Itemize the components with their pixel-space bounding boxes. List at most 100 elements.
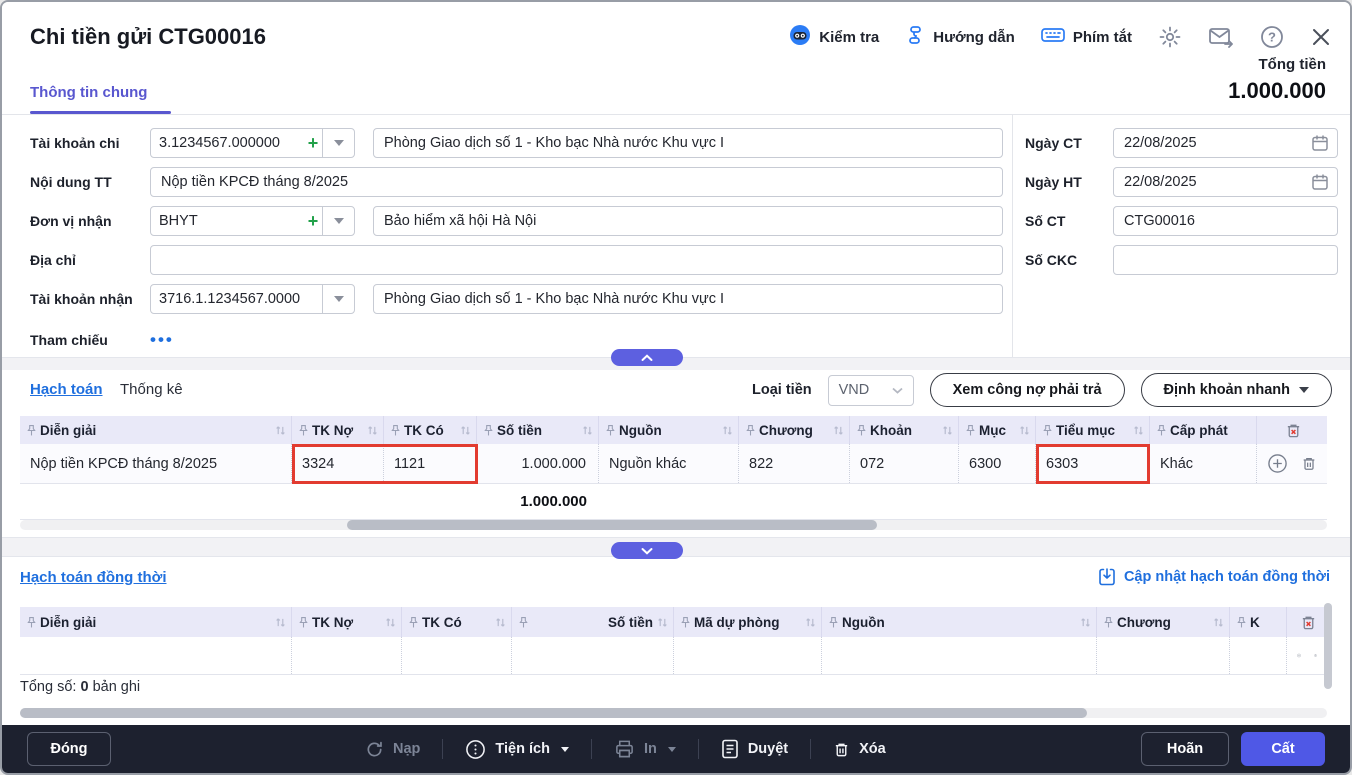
close-icon[interactable] <box>1310 26 1332 48</box>
date-ht-input[interactable]: 22/08/2025 <box>1113 167 1338 197</box>
cell-nguon[interactable]: Nguồn khác <box>599 444 739 483</box>
col-tk-co[interactable]: TK Có <box>402 607 512 637</box>
account-out-name-input[interactable]: Phòng Giao dịch số 1 - Kho bạc Nhà nước … <box>373 128 1003 158</box>
scrollbar-thumb[interactable] <box>347 520 877 530</box>
cell-so-tien[interactable]: 1.000.000 <box>477 444 599 483</box>
print-button[interactable]: In <box>614 739 676 759</box>
delete-all-rows-button[interactable] <box>1257 416 1327 444</box>
utilities-label: Tiện ích <box>495 741 550 757</box>
no-ckc-input[interactable] <box>1113 245 1338 275</box>
guide-button[interactable]: Hướng dẫn <box>905 25 1015 49</box>
content-input[interactable]: Nộp tiền KPCĐ tháng 8/2025 <box>150 167 1003 197</box>
account-out-add-icon[interactable]: + <box>304 129 322 157</box>
delete-all-rows-button[interactable] <box>1287 607 1327 637</box>
tab-hachtoan[interactable]: Hạch toán <box>30 381 103 398</box>
help-icon[interactable]: ? <box>1260 25 1284 49</box>
pin-icon <box>391 424 400 437</box>
close-button[interactable]: Đóng <box>27 732 111 766</box>
add-row-icon[interactable] <box>1267 453 1288 474</box>
cell-tk-co[interactable]: 1121 <box>384 444 477 483</box>
col-so-tien[interactable]: Số tiền <box>477 416 599 444</box>
scrollbar-thumb[interactable] <box>20 708 1087 718</box>
tab-thongke[interactable]: Thống kê <box>120 381 183 398</box>
horizontal-scrollbar[interactable] <box>20 520 1327 530</box>
col-ma-du-phong[interactable]: Mã dự phòng <box>674 607 822 637</box>
receiver-add-icon[interactable]: + <box>304 207 322 235</box>
col-muc[interactable]: Mục <box>959 416 1036 444</box>
cell-ma-du-phong[interactable] <box>674 637 822 674</box>
account-in-dropdown[interactable] <box>322 285 354 313</box>
view-payable-button[interactable]: Xem công nợ phải trả <box>930 373 1125 407</box>
add-row-icon[interactable] <box>1297 645 1301 666</box>
calendar-icon[interactable] <box>1311 134 1329 158</box>
receiver-dropdown[interactable] <box>322 207 354 235</box>
receiver-value[interactable]: BHYT <box>151 207 304 235</box>
currency-select[interactable]: VND <box>828 375 914 406</box>
col-tk-co[interactable]: TK Có <box>384 416 477 444</box>
approve-button[interactable]: Duyệt <box>721 739 788 759</box>
utilities-button[interactable]: Tiện ích <box>465 739 569 760</box>
receiver-name-input[interactable]: Bảo hiểm xã hội Hà Nội <box>373 206 1003 236</box>
concurrent-empty-row[interactable] <box>20 637 1327 675</box>
send-mail-icon[interactable] <box>1208 26 1234 48</box>
cell-chuong[interactable]: 822 <box>739 444 850 483</box>
delete-button[interactable]: Xóa <box>833 740 886 759</box>
collapse-up-button[interactable] <box>611 349 683 366</box>
date-ct-input[interactable]: 22/08/2025 <box>1113 128 1338 158</box>
settings-gear-icon[interactable] <box>1158 25 1182 49</box>
col-tk-no[interactable]: TK Nợ <box>292 607 402 637</box>
col-nguon[interactable]: Nguồn <box>822 607 1097 637</box>
update-concurrent-link[interactable]: Cập nhật hạch toán đồng thời <box>1098 567 1330 586</box>
delete-row-icon[interactable] <box>1301 455 1317 472</box>
cell-khoan[interactable] <box>1230 637 1287 674</box>
receiver-combo[interactable]: BHYT + <box>150 206 355 236</box>
col-chuong[interactable]: Chương <box>1097 607 1230 637</box>
col-khoan-truncated[interactable]: K <box>1230 607 1287 637</box>
account-in-value[interactable]: 3716.1.1234567.0000 <box>151 285 322 313</box>
cell-so-tien[interactable] <box>512 637 674 674</box>
col-so-tien[interactable]: Số tiền <box>512 607 674 637</box>
cell-tk-no[interactable] <box>292 637 402 674</box>
no-ct-input[interactable]: CTG00016 <box>1113 206 1338 236</box>
account-out-combo[interactable]: 3.1234567.000000 + <box>150 128 355 158</box>
reload-button[interactable]: Nạp <box>365 740 420 759</box>
reference-more-dots[interactable]: ••• <box>150 325 174 355</box>
col-dien-giai[interactable]: Diễn giải <box>20 607 292 637</box>
col-nguon[interactable]: Nguồn <box>599 416 739 444</box>
col-tk-no[interactable]: TK Nợ <box>292 416 384 444</box>
quick-posting-button[interactable]: Định khoản nhanh <box>1141 373 1332 407</box>
postpone-button[interactable]: Hoãn <box>1141 732 1229 766</box>
col-tieu-muc[interactable]: Tiểu mục <box>1036 416 1150 444</box>
account-in-combo[interactable]: 3716.1.1234567.0000 <box>150 284 355 314</box>
tab-general-info[interactable]: Thông tin chung <box>30 84 147 111</box>
cell-chuong[interactable] <box>1097 637 1230 674</box>
cell-tieu-muc[interactable]: 6303 <box>1036 444 1150 483</box>
cell-khoan[interactable]: 072 <box>850 444 959 483</box>
col-cap-phat[interactable]: Cấp phát <box>1150 416 1257 444</box>
cell-cap-phat[interactable]: Khác <box>1150 444 1257 483</box>
shortcut-button[interactable]: Phím tắt <box>1041 26 1132 48</box>
vertical-scrollbar[interactable] <box>1324 603 1332 689</box>
concurrent-title-link[interactable]: Hạch toán đồng thời <box>20 569 166 586</box>
collapse-down-button[interactable] <box>611 542 683 559</box>
account-in-name-input[interactable]: Phòng Giao dịch số 1 - Kho bạc Nhà nước … <box>373 284 1003 314</box>
account-out-dropdown[interactable] <box>322 129 354 157</box>
check-button[interactable]: Kiểm tra <box>789 24 879 50</box>
cell-tk-co[interactable] <box>402 637 512 674</box>
save-button[interactable]: Cất <box>1241 732 1325 766</box>
col-khoan[interactable]: Khoản <box>850 416 959 444</box>
cell-tk-no[interactable]: 3324 <box>292 444 384 483</box>
address-input[interactable] <box>150 245 1003 275</box>
delete-row-icon[interactable] <box>1314 647 1317 664</box>
calendar-icon[interactable] <box>1311 173 1329 197</box>
cell-nguon[interactable] <box>822 637 1097 674</box>
cell-muc[interactable]: 6300 <box>959 444 1036 483</box>
horizontal-scrollbar[interactable] <box>20 708 1327 718</box>
ledger-row[interactable]: Nộp tiền KPCĐ tháng 8/2025 3324 1121 1.0… <box>20 444 1327 484</box>
pin-icon <box>966 424 975 437</box>
account-out-value[interactable]: 3.1234567.000000 <box>151 129 304 157</box>
col-dien-giai[interactable]: Diễn giải <box>20 416 292 444</box>
cell-dien-giai[interactable]: Nộp tiền KPCĐ tháng 8/2025 <box>20 444 292 483</box>
cell-dien-giai[interactable] <box>20 637 292 674</box>
col-chuong[interactable]: Chương <box>739 416 850 444</box>
